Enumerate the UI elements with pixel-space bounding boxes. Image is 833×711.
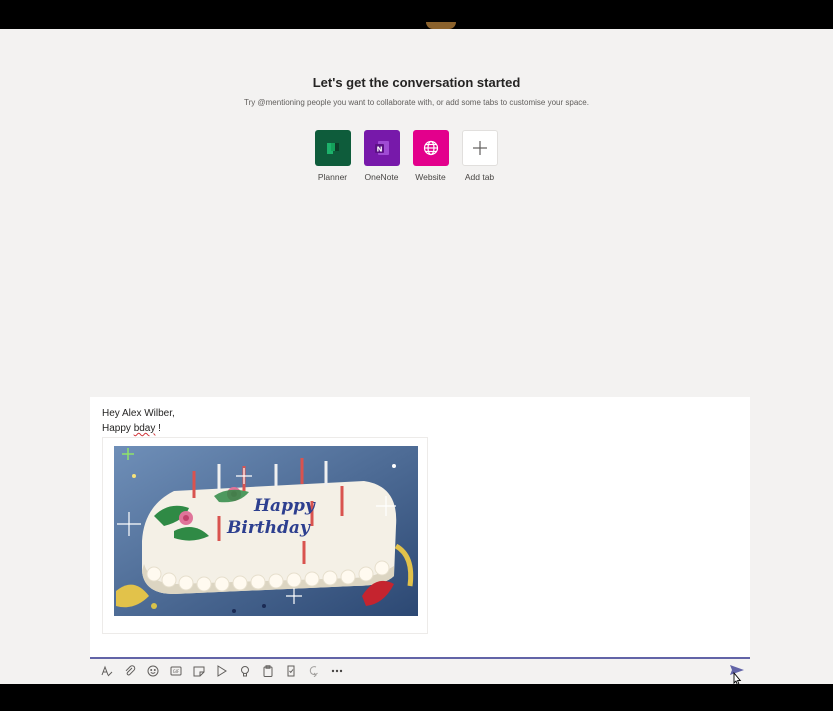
- format-icon[interactable]: [100, 664, 114, 678]
- planner-tile[interactable]: Planner: [314, 130, 351, 182]
- loop-icon[interactable]: [307, 664, 321, 678]
- approvals-icon[interactable]: [284, 664, 298, 678]
- website-tile[interactable]: Website: [412, 130, 449, 182]
- planner-icon: [314, 130, 351, 166]
- svg-text:N: N: [376, 145, 382, 153]
- message-line-greeting: Hey Alex Wilber,: [102, 408, 175, 419]
- globe-icon: [412, 130, 449, 166]
- emoji-icon[interactable]: [146, 664, 160, 678]
- praise-icon[interactable]: [238, 664, 252, 678]
- wish-suffix: !: [155, 423, 161, 434]
- welcome-subtitle: Try @mentioning people you want to colla…: [244, 98, 589, 107]
- onenote-tile[interactable]: N OneNote: [363, 130, 400, 182]
- svg-text:Happy: Happy: [253, 496, 316, 516]
- more-options-icon[interactable]: [330, 664, 344, 678]
- wish-text: Happy: [102, 423, 134, 434]
- channel-main-area: Let's get the conversation started Try @…: [0, 29, 833, 686]
- svg-text:Birthday: Birthday: [226, 518, 311, 538]
- add-tab-tile[interactable]: Add tab: [461, 130, 498, 182]
- gif-attachment[interactable]: Happy Birthday: [102, 437, 428, 634]
- birthday-cake-gif: Happy Birthday: [114, 446, 418, 616]
- meet-now-icon[interactable]: [215, 664, 229, 678]
- top-black-bar: [0, 0, 833, 29]
- clipboard-icon[interactable]: [261, 664, 275, 678]
- welcome-title: Let's get the conversation started: [312, 75, 521, 90]
- send-icon[interactable]: [728, 663, 746, 686]
- avatar: [426, 22, 456, 29]
- bottom-black-bar: [0, 684, 833, 711]
- sticker-icon[interactable]: [192, 664, 206, 678]
- compose-box[interactable]: Hey Alex Wilber, Happy bday ! Happy Birt…: [90, 397, 750, 659]
- attach-icon[interactable]: [123, 664, 137, 678]
- svg-text:GIF: GIF: [173, 669, 180, 674]
- message-line-wish: Happy bday !: [90, 421, 750, 436]
- add-tab-label: Add tab: [464, 172, 495, 182]
- misspelled-word[interactable]: bday: [134, 423, 156, 434]
- onenote-icon: N: [363, 130, 400, 166]
- plus-icon: [461, 130, 498, 166]
- app-tiles: Planner N OneNote Website Add tab: [314, 130, 498, 182]
- gif-icon[interactable]: GIF: [169, 664, 183, 678]
- compose-toolbar: GIF: [100, 663, 344, 679]
- welcome-panel: Let's get the conversation started Try @…: [0, 75, 833, 107]
